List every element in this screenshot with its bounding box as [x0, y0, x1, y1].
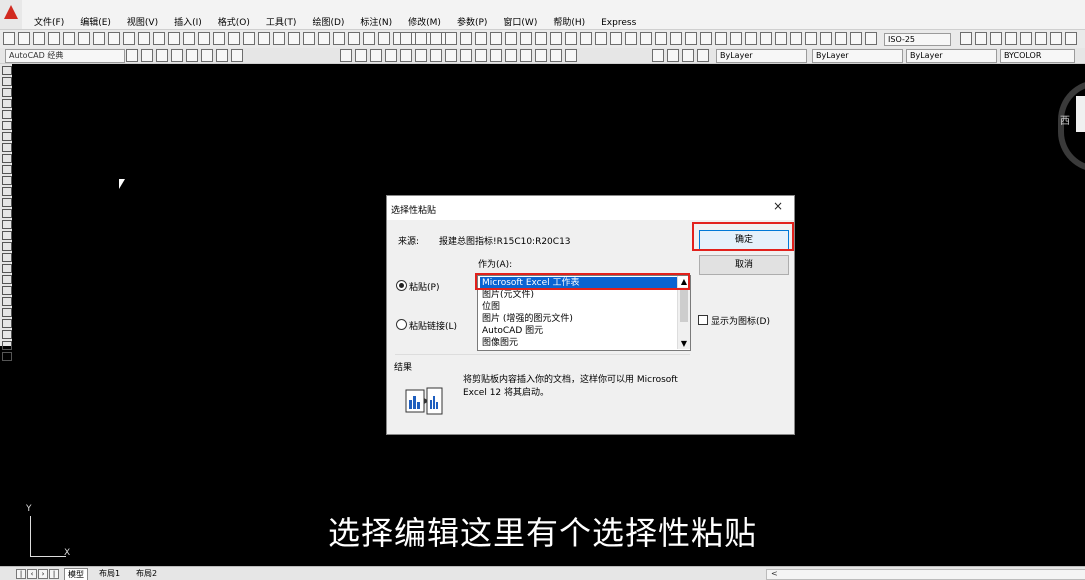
layout-tabs-bar: | ‹ › | 模型 布局1 布局2 <	[0, 566, 1085, 580]
paste-result-icon	[405, 387, 443, 415]
display-as-icon-checkbox[interactable]: 显示为图标(D)	[698, 315, 770, 328]
menu-tools[interactable]: 工具(T)	[258, 17, 305, 29]
color-combo[interactable]: ByLayer	[716, 49, 807, 63]
list-item[interactable]: 图片 (增强的图元文件)	[480, 313, 678, 325]
scroll-thumb[interactable]	[680, 290, 688, 322]
standard-tool-icons[interactable]	[3, 32, 450, 45]
menu-file[interactable]: 文件(F)	[26, 17, 72, 29]
menu-format[interactable]: 格式(O)	[210, 17, 258, 29]
scroll-left-arrow-icon[interactable]: <	[771, 569, 778, 578]
tab-nav-buttons[interactable]: | ‹ › |	[16, 569, 59, 579]
viewcube-west-label[interactable]: 西	[1060, 112, 1070, 127]
dimension-tool-icons[interactable]	[400, 32, 877, 45]
list-item[interactable]: 图像图元	[480, 337, 678, 349]
menu-window[interactable]: 窗口(W)	[495, 17, 545, 29]
mouse-cursor-icon	[119, 179, 125, 189]
close-icon[interactable]: ×	[773, 200, 783, 212]
radio-selected-icon[interactable]	[396, 280, 407, 291]
tab-prev-icon[interactable]: ‹	[27, 569, 37, 579]
menu-view[interactable]: 视图(V)	[119, 17, 166, 29]
standard-toolbar: ISO-25	[0, 29, 1085, 49]
result-description: 将剪贴板内容插入你的文档，这样你可以用 Microsoft Excel 12 将…	[463, 375, 678, 398]
tab-model[interactable]: 模型	[64, 568, 88, 580]
layer-tool-icons[interactable]	[126, 49, 243, 62]
draw-toolbar[interactable]	[0, 64, 12, 361]
list-item[interactable]: 图片(元文件)	[480, 289, 678, 301]
menu-bar: 文件(F) 编辑(E) 视图(V) 插入(I) 格式(O) 工具(T) 绘图(D…	[0, 0, 1085, 29]
source-value: 报建总图指标!R15C10:R20C13	[439, 237, 571, 247]
tab-layout1[interactable]: 布局1	[96, 568, 123, 579]
tab-next-icon[interactable]: ›	[38, 569, 48, 579]
layers-toolbar: AutoCAD 经典 ByLayer ByLayer ByLayer BYCOL…	[0, 48, 1085, 64]
dialog-title: 选择性粘贴	[391, 206, 437, 216]
display-as-icon-label[interactable]: 显示为图标(D)	[711, 317, 770, 327]
tab-layout2[interactable]: 布局2	[133, 568, 160, 579]
highlight-box-list	[475, 273, 690, 290]
result-title: 结果	[394, 360, 413, 373]
dialog-titlebar: 选择性粘贴 ×	[387, 196, 794, 220]
menu-modify[interactable]: 修改(M)	[400, 17, 449, 29]
checkbox-icon[interactable]	[698, 315, 708, 325]
paste-radio[interactable]: 粘贴(P)	[396, 280, 439, 294]
paste-special-dialog: 选择性粘贴 × 来源: 报建总图指标!R15C10:R20C13 作为(A): …	[386, 195, 795, 435]
list-item[interactable]: AutoCAD 图元	[480, 325, 678, 337]
menu-draw[interactable]: 绘图(D)	[304, 17, 352, 29]
menu-edit[interactable]: 编辑(E)	[72, 17, 119, 29]
paste-link-radio-label[interactable]: 粘贴链接(L)	[409, 322, 457, 332]
menu-help[interactable]: 帮助(H)	[545, 17, 593, 29]
menu-parametric[interactable]: 参数(P)	[449, 17, 495, 29]
menu-insert[interactable]: 插入(I)	[166, 17, 210, 29]
style-tool-icons[interactable]	[960, 32, 1077, 45]
autocad-logo-icon[interactable]	[0, 0, 22, 29]
scroll-down-icon[interactable]: ▼	[678, 338, 690, 349]
highlight-box-ok	[692, 222, 794, 251]
linetype-combo[interactable]: ByLayer	[812, 49, 903, 63]
tab-last-icon[interactable]: |	[49, 569, 59, 579]
paste-radio-label[interactable]: 粘贴(P)	[409, 283, 439, 293]
list-item[interactable]: 位图	[480, 301, 678, 313]
paste-link-radio[interactable]: 粘贴链接(L)	[396, 319, 457, 333]
menu-dimension[interactable]: 标注(N)	[352, 17, 400, 29]
dim-style-combo[interactable]: ISO-25	[884, 33, 951, 46]
plotstyle-combo[interactable]: BYCOLOR	[1000, 49, 1075, 63]
menu-list: 文件(F) 编辑(E) 视图(V) 插入(I) 格式(O) 工具(T) 绘图(D…	[26, 17, 644, 29]
menu-express[interactable]: Express	[593, 17, 644, 29]
radio-unselected-icon[interactable]	[396, 319, 407, 330]
horizontal-scrollbar[interactable]: <	[766, 569, 1085, 580]
workspace-combo[interactable]: AutoCAD 经典	[5, 49, 125, 63]
as-label: 作为(A):	[478, 260, 513, 270]
lineweight-combo[interactable]: ByLayer	[906, 49, 997, 63]
cancel-button[interactable]: 取消	[699, 255, 789, 275]
source-label: 来源:	[398, 237, 420, 247]
properties-tool-icons[interactable]	[652, 49, 709, 62]
layer-state-icons[interactable]	[340, 49, 577, 62]
tab-first-icon[interactable]: |	[16, 569, 26, 579]
video-subtitle: 选择编辑这里有个选择性粘贴	[327, 514, 757, 552]
viewcube-face[interactable]	[1076, 96, 1085, 132]
